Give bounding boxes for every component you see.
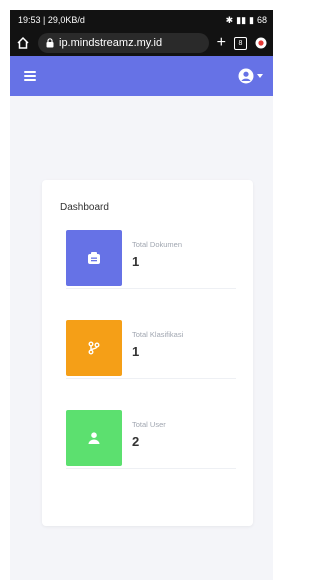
url-text: ip.mindstreamz.my.id: [59, 37, 163, 49]
bluetooth-icon: ✱: [225, 14, 234, 25]
phone-screen: 19:53 | 29,0KB/d ✱ ▮▮ ▮ 68 ip.mindstream…: [10, 10, 273, 580]
stat-value: 1: [132, 344, 140, 359]
stat-label: Total Dokumen: [132, 240, 183, 249]
document-icon: [88, 251, 100, 264]
stat-total-user[interactable]: Total User 2: [66, 410, 236, 469]
status-bar: 19:53 | 29,0KB/d ✱ ▮▮ ▮ 68: [10, 10, 273, 30]
card-title: Dashboard: [60, 202, 109, 213]
browser-toolbar: ip.mindstreamz.my.id + 8: [10, 30, 273, 56]
menu-icon[interactable]: [255, 37, 267, 49]
stat-value: 2: [132, 434, 140, 449]
stat-icon-box: [66, 320, 122, 376]
battery-level: 68: [256, 15, 267, 25]
status-time: 19:53 | 29,0KB/d: [18, 15, 85, 25]
battery-icon: ▮: [249, 14, 254, 25]
app-header: [10, 56, 273, 96]
branch-icon: [88, 341, 100, 355]
tab-switcher-button[interactable]: 8: [234, 36, 247, 50]
user-icon: [88, 432, 100, 444]
stat-icon-box: [66, 410, 122, 466]
tab-count: 8: [238, 39, 243, 47]
caret-down-icon: [257, 74, 263, 78]
lock-icon: [46, 38, 54, 48]
status-icons: ✱ ▮▮ ▮ 68: [226, 15, 267, 26]
signal-icon: ▮▮: [236, 14, 247, 25]
stat-label: Total User: [132, 420, 166, 429]
stat-icon-box: [66, 230, 122, 286]
stat-total-dokumen[interactable]: Total Dokumen 1: [66, 230, 236, 289]
address-bar[interactable]: ip.mindstreamz.my.id: [38, 33, 209, 53]
hamburger-menu-icon[interactable]: [24, 71, 36, 81]
new-tab-icon[interactable]: +: [217, 35, 226, 51]
user-avatar-icon: [238, 68, 254, 84]
home-icon[interactable]: [16, 36, 30, 50]
stat-total-klasifikasi[interactable]: Total Klasifikasi 1: [66, 320, 236, 379]
stat-value: 1: [132, 254, 140, 269]
dashboard-card: Dashboard Total Dokumen 1 Total Klasifik…: [42, 180, 253, 526]
user-menu-button[interactable]: [238, 68, 263, 84]
stat-label: Total Klasifikasi: [132, 330, 184, 339]
